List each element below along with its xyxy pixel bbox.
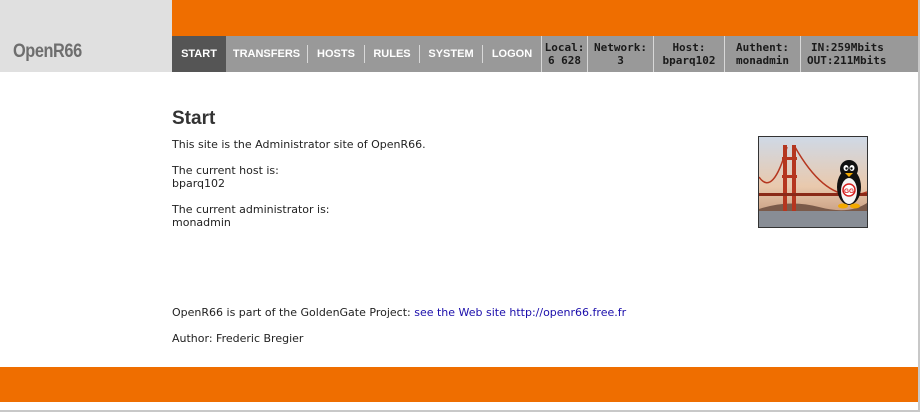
nav-logon[interactable]: LOGON [483, 36, 541, 72]
project-info: OpenR66 is part of the GoldenGate Projec… [172, 306, 772, 319]
nav-bar: START TRANSFERS HOSTS RULES SYSTEM LOGON… [172, 36, 918, 72]
footer-content: OpenR66 is part of the GoldenGate Projec… [172, 306, 772, 358]
stat-authent-value: monadmin [736, 54, 789, 67]
stat-host: Host: bparq102 [653, 36, 724, 72]
admin-info: The current administrator is: monadmin [172, 203, 772, 229]
bridge-illustration: GG [759, 137, 867, 227]
admin-label: The current administrator is: [172, 203, 330, 216]
stat-local: Local: 6 628 [541, 36, 587, 72]
intro-text: This site is the Administrator site of O… [172, 138, 426, 151]
stat-network-label: Network: [594, 41, 647, 54]
stat-network: Network: 3 [587, 36, 653, 72]
header-banner [172, 0, 918, 36]
logo-area: OpenR66 [0, 0, 172, 72]
host-label: The current host is: [172, 164, 279, 177]
stat-network-value: 3 [617, 54, 624, 67]
nav-system[interactable]: SYSTEM [420, 36, 482, 72]
app-frame: OpenR66 START TRANSFERS HOSTS RULES SYST… [0, 0, 920, 412]
project-link[interactable]: see the Web site http://openr66.free.fr [414, 306, 626, 319]
page-title: Start [172, 108, 216, 129]
nav-rules[interactable]: RULES [365, 36, 419, 72]
stat-authent: Authent: monadmin [724, 36, 800, 72]
author-text: Author: Frederic Bregier [172, 332, 304, 345]
gg-badge: GG [844, 188, 854, 195]
nav-hosts[interactable]: HOSTS [308, 36, 364, 72]
stat-local-value: 6 628 [547, 54, 582, 67]
admin-value: monadmin [172, 216, 231, 229]
stat-bandwidth-out: OUT:211Mbits [807, 54, 887, 67]
stat-host-value: bparq102 [662, 54, 716, 67]
host-value: bparq102 [172, 177, 226, 190]
bridge-penguin-image: GG [758, 136, 868, 228]
nav-transfers[interactable]: TRANSFERS [226, 36, 307, 72]
host-info: The current host is: bparq102 [172, 164, 772, 190]
project-text: OpenR66 is part of the GoldenGate Projec… [172, 306, 411, 319]
stat-bandwidth-in: IN:259Mbits [811, 41, 884, 54]
main-content: Start This site is the Administrator sit… [172, 108, 772, 242]
stat-bandwidth: IN:259Mbits OUT:211Mbits [800, 36, 908, 72]
nav-start[interactable]: START [172, 36, 226, 72]
footer-banner [0, 367, 918, 402]
stat-host-label: Host: [672, 41, 706, 54]
stat-authent-label: Authent: [736, 41, 789, 54]
logo[interactable]: OpenR66 [13, 41, 82, 63]
stat-local-label: Local: [544, 41, 585, 54]
